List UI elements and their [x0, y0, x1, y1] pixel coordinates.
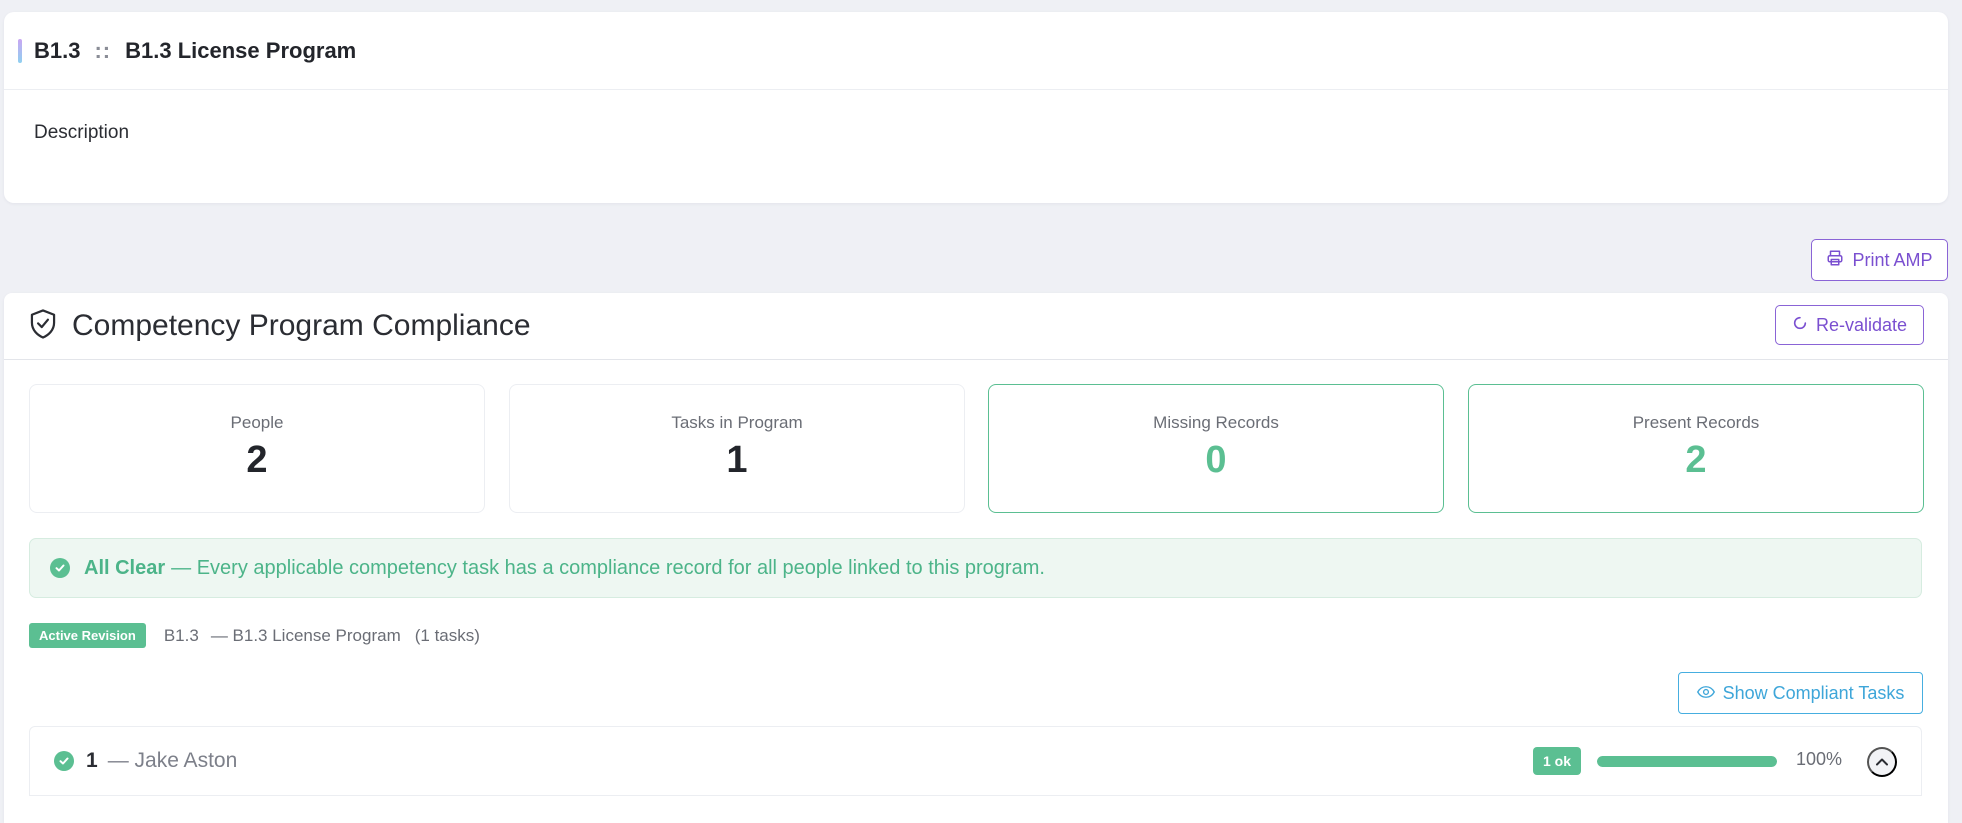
stat-label: People: [230, 413, 284, 432]
program-header: B1.3 :: B1.3 License Program: [4, 12, 1948, 90]
revision-code: B1.3: [163, 625, 199, 645]
person-row[interactable]: 1 — Jake Aston 1 ok 100%: [29, 726, 1922, 796]
printer-icon: [1826, 249, 1844, 272]
alert-message: — Every applicable competency task has a…: [171, 556, 1045, 579]
stat-value: 2: [246, 439, 268, 481]
program-name: B1.3 License Program: [125, 37, 357, 63]
program-card: B1.3 :: B1.3 License Program Description: [4, 12, 1948, 203]
stat-present-records: Present Records 2: [1468, 384, 1924, 513]
stat-missing-records: Missing Records 0: [988, 384, 1444, 513]
compliance-title: Competency Program Compliance: [72, 309, 531, 342]
active-revision-badge: Active Revision: [29, 623, 146, 648]
check-circle-icon: [54, 751, 74, 771]
all-clear-alert: All Clear — Every applicable competency …: [29, 538, 1922, 598]
ok-count-badge: 1 ok: [1533, 747, 1582, 775]
description-label: Description: [34, 122, 130, 143]
collapse-toggle-button[interactable]: [1867, 747, 1897, 777]
chevron-up-icon: [1875, 755, 1889, 770]
shield-check-icon: [28, 308, 58, 345]
show-compliant-tasks-button[interactable]: Show Compliant Tasks: [1678, 672, 1923, 714]
revalidate-label: Re-validate: [1815, 314, 1908, 335]
title-separator: ::: [94, 37, 112, 63]
eye-icon: [1696, 683, 1715, 704]
revalidate-button[interactable]: Re-validate: [1775, 305, 1924, 345]
alert-title: All Clear: [84, 556, 166, 579]
compliance-header: Competency Program Compliance Re-validat…: [4, 293, 1948, 360]
stat-label: Missing Records: [1153, 413, 1279, 432]
compliance-percent: 100%: [1796, 749, 1843, 769]
person-name: — Jake Aston: [107, 749, 238, 772]
revision-task-count: (1 tasks): [414, 625, 480, 645]
stat-tasks: Tasks in Program 1: [509, 384, 965, 513]
stat-label: Present Records: [1632, 413, 1760, 432]
accent-bar: [18, 38, 22, 63]
progress-fill: [1597, 756, 1777, 767]
revision-name: — B1.3 License Program: [210, 625, 401, 645]
stat-people: People 2: [29, 384, 485, 513]
program-code: B1.3: [34, 37, 81, 63]
person-number: 1: [86, 749, 98, 772]
stat-value: 2: [1685, 439, 1707, 481]
show-compliant-label: Show Compliant Tasks: [1722, 682, 1905, 703]
refresh-icon: [1792, 315, 1808, 336]
compliance-progress-bar: [1597, 756, 1777, 767]
compliance-card: Competency Program Compliance Re-validat…: [4, 293, 1948, 823]
print-amp-button[interactable]: Print AMP: [1811, 239, 1948, 281]
revision-info: Active Revision B1.3 — B1.3 License Prog…: [29, 623, 480, 648]
print-amp-label: Print AMP: [1852, 249, 1933, 270]
check-circle-icon: [50, 558, 70, 578]
stat-label: Tasks in Program: [671, 413, 803, 432]
stat-value: 1: [726, 439, 748, 481]
stat-value: 0: [1205, 439, 1227, 481]
